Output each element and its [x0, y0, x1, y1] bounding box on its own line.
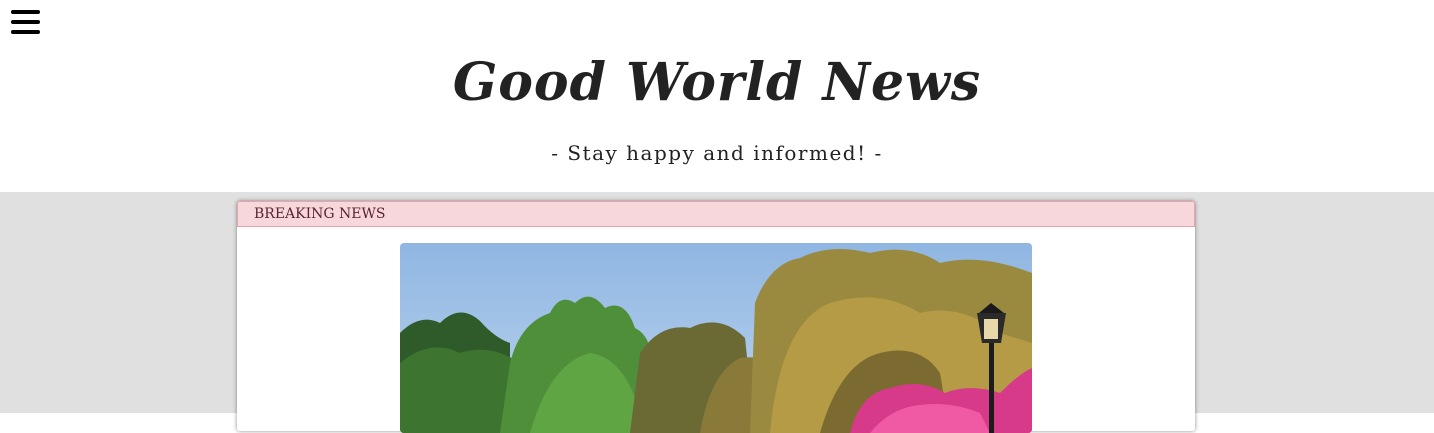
- breaking-news-photo[interactable]: [400, 243, 1032, 433]
- site-tagline: - Stay happy and informed! -: [551, 141, 883, 165]
- park-photo-image: [400, 243, 1032, 433]
- menu-bar: [11, 30, 40, 34]
- breaking-news-card: BREAKING NEWS: [237, 201, 1195, 433]
- site-title: Good World News: [452, 52, 982, 113]
- breaking-news-label: BREAKING NEWS: [254, 206, 386, 222]
- menu-bar: [11, 20, 40, 24]
- breaking-news-header: BREAKING NEWS: [237, 201, 1195, 227]
- menu-bar: [11, 10, 40, 14]
- hamburger-menu-icon[interactable]: [11, 9, 41, 35]
- main-content: BREAKING NEWS: [0, 192, 1434, 433]
- site-header: Good World News - Stay happy and informe…: [0, 0, 1434, 192]
